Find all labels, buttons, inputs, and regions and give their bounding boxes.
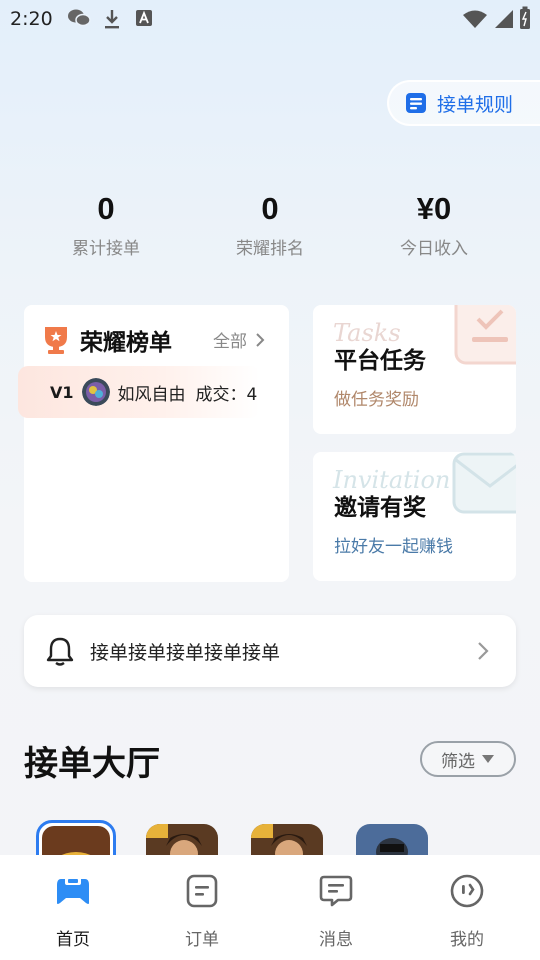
signal-icon [495,10,513,28]
document-icon [406,93,426,113]
level-badge: V1 [50,382,74,402]
tab-messages[interactable]: 消息 [291,873,381,950]
stat-label: 荣耀排名 [236,239,304,259]
chevron-right-icon [256,332,265,347]
honor-all-link[interactable]: 全部 [213,327,267,352]
tab-profile[interactable]: 我的 [422,873,512,950]
tab-orders[interactable]: 订单 [157,873,247,950]
rules-button[interactable]: 接单规则 [387,80,540,126]
notice-text: 接单接单接单接单接单 [90,641,281,664]
invite-reward-card[interactable]: Invitation 邀请有奖 拉好友一起赚钱 [313,452,516,581]
avatar [81,378,110,406]
stat-label: 今日收入 [400,239,468,259]
home-gamepad-icon [57,877,89,904]
invite-title: 邀请有奖 [334,495,426,521]
stats-row: 0 累计接单 0 荣耀排名 ¥0 今日收入 [0,190,540,260]
task-subtitle: 做任务奖励 [334,390,419,410]
tab-label: 我的 [450,930,484,950]
platform-task-card[interactable]: Tasks 平台任务 做任务奖励 [313,305,516,434]
stat-value: 0 [97,191,115,226]
tab-label: 首页 [56,930,90,950]
filter-button[interactable]: 筛选 [420,741,516,777]
tab-label: 订单 [185,930,219,950]
game-category-list [0,818,540,900]
tab-home[interactable]: 首页 [28,873,118,950]
rank-user-name: 如风自由 [117,384,186,405]
trophy-icon [45,327,67,354]
download-icon [105,10,119,29]
chevron-right-icon [478,642,489,660]
message-icon [319,875,353,907]
caret-down-icon [482,755,494,763]
filter-label: 筛选 [441,751,475,772]
font-a-icon [136,10,152,26]
tab-label: 消息 [319,930,353,950]
order-hall-title: 接单大厅 [24,744,160,784]
wechat-icon [68,9,91,27]
wifi-icon [463,10,487,28]
honor-title: 荣耀榜单 [80,330,172,356]
clipboard-check-icon [454,305,516,365]
rules-label: 接单规则 [437,93,514,116]
status-bar: 2:20 [0,0,540,38]
battery-icon [520,6,530,29]
stat-value: 0 [261,191,279,226]
honor-header: 荣耀榜单 [42,323,172,357]
bell-icon [46,637,74,666]
stat-value: ¥0 [416,191,452,226]
invite-subtitle: 拉好友一起赚钱 [334,537,453,557]
stat-label: 累计接单 [72,239,140,259]
envelope-icon [452,452,516,514]
order-icon [186,874,218,908]
stat-honor-rank: 0 荣耀排名 [195,190,345,259]
bottom-tab-bar: 首页 订单 消息 我的 [0,855,540,960]
leaderboard-row[interactable]: V1 如风自由 成交：4 [50,366,257,418]
stat-today-income: ¥0 今日收入 [359,190,509,259]
stat-total-orders: 0 累计接单 [31,190,181,259]
task-title: 平台任务 [334,348,426,374]
status-time: 2:20 [10,8,53,30]
honor-leaderboard-card[interactable]: 荣耀榜单 全部 [24,305,289,582]
rank-deal-count: 成交：4 [195,384,258,405]
profile-face-icon [450,874,484,908]
honor-all-label: 全部 [213,332,247,352]
notice-bar[interactable]: 接单接单接单接单接单 [24,615,516,687]
